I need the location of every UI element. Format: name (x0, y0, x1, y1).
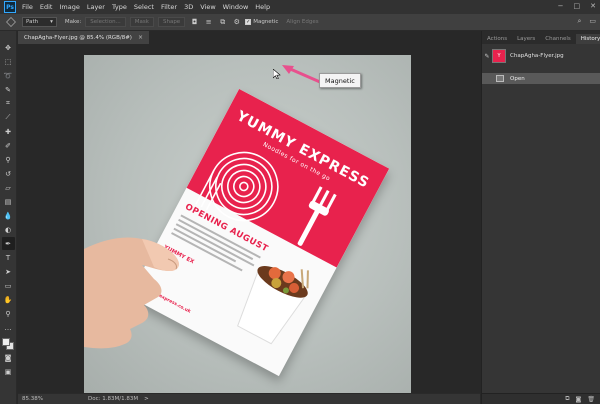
document-size: Doc: 1.83M/1.83M (88, 396, 139, 402)
color-swatches[interactable] (1, 338, 15, 351)
history-panel: Actions Layers Channels History ✎ Y Chap… (481, 31, 600, 404)
status-menu-icon[interactable]: > (144, 396, 149, 402)
menu-help[interactable]: Help (255, 3, 270, 11)
snapshot-name: ChapAgha-Flyer.jpg (510, 53, 564, 59)
mode-select[interactable]: Path ▾ (22, 17, 57, 27)
menu-edit[interactable]: Edit (40, 3, 53, 11)
maximize-icon[interactable]: □ (574, 2, 581, 10)
pen-tool-preset-icon[interactable] (6, 17, 16, 27)
panel-tabs: Actions Layers Channels History (482, 31, 600, 44)
camera-snapshot-icon[interactable]: ◙ (576, 396, 582, 403)
magnetic-tooltip: Magnetic (319, 73, 361, 88)
panel-footer: ⧉ ◙ 🗑 (482, 393, 600, 404)
path-operations-icon[interactable]: ◘ (189, 17, 200, 28)
magnetic-label[interactable]: Magnetic (253, 19, 278, 25)
make-mask-button[interactable]: Mask (129, 17, 154, 27)
trash-icon[interactable]: 🗑 (587, 396, 595, 403)
close-tab-icon[interactable]: × (138, 34, 143, 41)
window-controls: − □ ✕ (558, 2, 596, 10)
close-icon[interactable]: ✕ (590, 2, 596, 10)
dodge-tool-icon[interactable]: ◐ (2, 223, 15, 236)
options-bar: Path ▾ Make: Selection... Mask Shape ◘ ≡… (0, 14, 600, 31)
document-tab-title: ChapAgha-Flyer.jpg @ 85.4% (RGB/8#) (24, 34, 132, 41)
rectangle-tool-icon[interactable]: ▭ (2, 279, 15, 292)
menu-window[interactable]: Window (223, 3, 249, 11)
search-icon[interactable]: ⌕ (577, 17, 581, 26)
document-tab[interactable]: ChapAgha-Flyer.jpg @ 85.4% (RGB/8#) × (18, 31, 149, 44)
tab-layers[interactable]: Layers (512, 34, 540, 44)
path-select-tool-icon[interactable]: ➤ (2, 265, 15, 278)
status-bar: 85.38% Doc: 1.83M/1.83M > (18, 393, 480, 404)
marquee-tool-icon[interactable]: ⬚ (2, 55, 15, 68)
quick-mask-icon[interactable]: ◙ (2, 351, 15, 364)
annotation-arrow-icon (282, 65, 321, 84)
minimize-icon[interactable]: − (558, 2, 564, 10)
chevron-down-icon: ▾ (50, 19, 53, 25)
brush-tool-icon[interactable]: ✐ (2, 139, 15, 152)
menu-3d[interactable]: 3D (184, 3, 193, 11)
document-tabs: ChapAgha-Flyer.jpg @ 85.4% (RGB/8#) × (18, 31, 480, 44)
lasso-tool-icon[interactable]: ➰ (2, 69, 15, 82)
move-tool-icon[interactable]: ✥ (2, 41, 15, 54)
make-label: Make: (64, 19, 82, 25)
hand-tool-icon[interactable]: ✋ (2, 293, 15, 306)
quick-select-tool-icon[interactable]: ✎ (2, 83, 15, 96)
menu-filter[interactable]: Filter (161, 3, 177, 11)
more-tools-icon[interactable]: … (2, 321, 15, 334)
history-state-label: Open (510, 75, 525, 82)
open-document-icon (496, 75, 504, 82)
canvas-area[interactable]: YUMMY EXPRESS Noodles for on the go OPEN… (18, 44, 480, 393)
toolbox: ✥ ⬚ ➰ ✎ ⌗ ⟋ ✚ ✐ ⚲ ↺ ▱ ▤ 💧 ◐ ✒ T ➤ ▭ ✋ ⚲ … (0, 31, 17, 404)
gear-icon[interactable]: ⚙ (231, 17, 242, 28)
magnetic-checkbox[interactable]: ✓ (245, 19, 252, 25)
zoom-tool-icon[interactable]: ⚲ (2, 307, 15, 320)
pen-tool-icon[interactable]: ✒ (1, 237, 15, 250)
menu-layer[interactable]: Layer (87, 3, 105, 11)
menu-view[interactable]: View (200, 3, 215, 11)
crop-tool-icon[interactable]: ⌗ (2, 97, 15, 110)
document-canvas[interactable]: YUMMY EXPRESS Noodles for on the go OPEN… (84, 55, 411, 393)
snapshot-thumbnail: Y (492, 49, 506, 63)
tab-history[interactable]: History (575, 34, 600, 44)
path-arrangement-icon[interactable]: ⧉ (217, 17, 228, 28)
hand-image (84, 237, 179, 349)
align-edges-label[interactable]: Align Edges (286, 19, 318, 25)
menu-select[interactable]: Select (134, 3, 154, 11)
options-right: ⌕ ▭ (577, 17, 596, 26)
history-brush-tool-icon[interactable]: ↺ (2, 167, 15, 180)
tab-channels[interactable]: Channels (540, 34, 575, 44)
path-alignment-icon[interactable]: ≡ (203, 17, 214, 28)
healing-brush-tool-icon[interactable]: ✚ (2, 125, 15, 138)
foreground-color-swatch[interactable] (1, 338, 10, 346)
eraser-tool-icon[interactable]: ▱ (2, 181, 15, 194)
clone-stamp-tool-icon[interactable]: ⚲ (2, 153, 15, 166)
new-document-from-state-icon[interactable]: ⧉ (565, 395, 569, 403)
eyedropper-tool-icon[interactable]: ⟋ (2, 111, 15, 124)
history-state-open[interactable]: Open (482, 73, 600, 84)
blur-tool-icon[interactable]: 💧 (2, 209, 15, 222)
tab-actions[interactable]: Actions (482, 34, 512, 44)
mode-select-value: Path (26, 19, 39, 25)
gradient-tool-icon[interactable]: ▤ (2, 195, 15, 208)
menu-bar: Ps File Edit Image Layer Type Select Fil… (0, 0, 600, 14)
screen-mode-icon[interactable]: ▣ (2, 365, 15, 378)
make-shape-button[interactable]: Shape (157, 17, 186, 27)
make-selection-button[interactable]: Selection... (85, 17, 126, 27)
menu-file[interactable]: File (22, 3, 33, 11)
photoshop-logo: Ps (4, 1, 16, 13)
history-brush-source-icon[interactable]: ✎ (482, 53, 492, 60)
type-tool-icon[interactable]: T (2, 251, 15, 264)
menu-type[interactable]: Type (112, 3, 127, 11)
menu-image[interactable]: Image (59, 3, 79, 11)
workspace-icon[interactable]: ▭ (589, 17, 596, 26)
zoom-level[interactable]: 85.38% (22, 396, 82, 402)
history-snapshot[interactable]: ✎ Y ChapAgha-Flyer.jpg (482, 47, 600, 65)
